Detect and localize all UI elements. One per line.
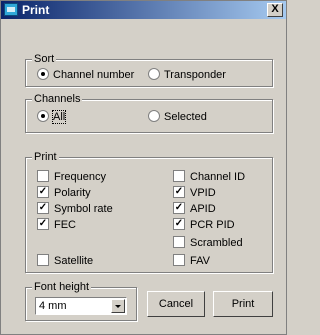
print-polarity-checkbox[interactable]: ✓ Polarity bbox=[37, 186, 91, 200]
print-apid-checkbox[interactable]: ✓ APID bbox=[173, 202, 216, 216]
checkbox-box: ✓ bbox=[37, 218, 49, 231]
print-legend: Print bbox=[32, 151, 59, 163]
checkbox-box bbox=[173, 254, 185, 267]
radio-circle bbox=[37, 110, 49, 123]
radio-circle bbox=[148, 68, 160, 81]
print-vpid-checkbox[interactable]: ✓ VPID bbox=[173, 186, 216, 200]
font-height-select[interactable]: 4 mm bbox=[35, 297, 127, 315]
checkbox-box bbox=[173, 170, 185, 183]
checkbox-box bbox=[173, 236, 185, 249]
print-scrambled-checkbox[interactable]: Scrambled bbox=[173, 236, 243, 250]
print-pcr-pid-checkbox[interactable]: ✓ PCR PID bbox=[173, 218, 235, 232]
print-dialog: Print X Sort Channel number Transponder … bbox=[0, 0, 287, 335]
print-fec-label: FEC bbox=[54, 219, 76, 231]
print-vpid-label: VPID bbox=[190, 187, 216, 199]
print-apid-label: APID bbox=[190, 203, 216, 215]
channels-selected-label: Selected bbox=[164, 111, 207, 123]
print-symbol-rate-checkbox[interactable]: ✓ Symbol rate bbox=[37, 202, 113, 216]
window-title: Print bbox=[22, 3, 50, 17]
title-bar[interactable]: Print X bbox=[1, 1, 286, 19]
app-icon bbox=[4, 3, 18, 16]
font-height-legend: Font height bbox=[32, 281, 92, 293]
checkbox-box: ✓ bbox=[173, 202, 185, 215]
font-height-value: 4 mm bbox=[39, 300, 67, 312]
channels-selected-radio[interactable]: Selected bbox=[148, 110, 207, 124]
print-fec-checkbox[interactable]: ✓ FEC bbox=[37, 218, 76, 232]
sort-transponder-radio[interactable]: Transponder bbox=[148, 68, 226, 82]
channels-all-label: All bbox=[51, 110, 67, 124]
channels-legend: Channels bbox=[32, 93, 83, 105]
channels-all-radio[interactable]: All bbox=[37, 110, 67, 124]
checkbox-box bbox=[37, 170, 49, 183]
print-symbol-rate-label: Symbol rate bbox=[54, 203, 113, 215]
cancel-button[interactable]: Cancel bbox=[147, 291, 205, 317]
print-channel-id-label: Channel ID bbox=[190, 171, 246, 183]
sort-channel-number-label: Channel number bbox=[53, 69, 135, 81]
print-polarity-label: Polarity bbox=[54, 187, 91, 199]
chevron-down-icon[interactable] bbox=[111, 299, 125, 313]
sort-legend: Sort bbox=[32, 53, 57, 65]
checkbox-box: ✓ bbox=[37, 202, 49, 215]
print-frequency-checkbox[interactable]: Frequency bbox=[37, 170, 106, 184]
checkbox-box: ✓ bbox=[173, 218, 185, 231]
print-satellite-label: Satellite bbox=[54, 255, 94, 267]
print-pcr-pid-label: PCR PID bbox=[190, 219, 235, 231]
radio-circle bbox=[37, 68, 49, 81]
print-frequency-label: Frequency bbox=[54, 171, 106, 183]
checkbox-box bbox=[37, 254, 49, 267]
print-fav-label: FAV bbox=[190, 255, 210, 267]
print-scrambled-label: Scrambled bbox=[190, 237, 243, 249]
checkbox-box: ✓ bbox=[37, 186, 49, 199]
checkbox-box: ✓ bbox=[173, 186, 185, 199]
sort-channel-number-radio[interactable]: Channel number bbox=[37, 68, 135, 82]
close-button[interactable]: X bbox=[267, 3, 283, 17]
sort-transponder-label: Transponder bbox=[164, 69, 226, 81]
print-button[interactable]: Print bbox=[213, 291, 273, 317]
print-channel-id-checkbox[interactable]: Channel ID bbox=[173, 170, 246, 184]
print-fav-checkbox[interactable]: FAV bbox=[173, 254, 210, 268]
radio-circle bbox=[148, 110, 160, 123]
print-satellite-checkbox[interactable]: Satellite bbox=[37, 254, 94, 268]
